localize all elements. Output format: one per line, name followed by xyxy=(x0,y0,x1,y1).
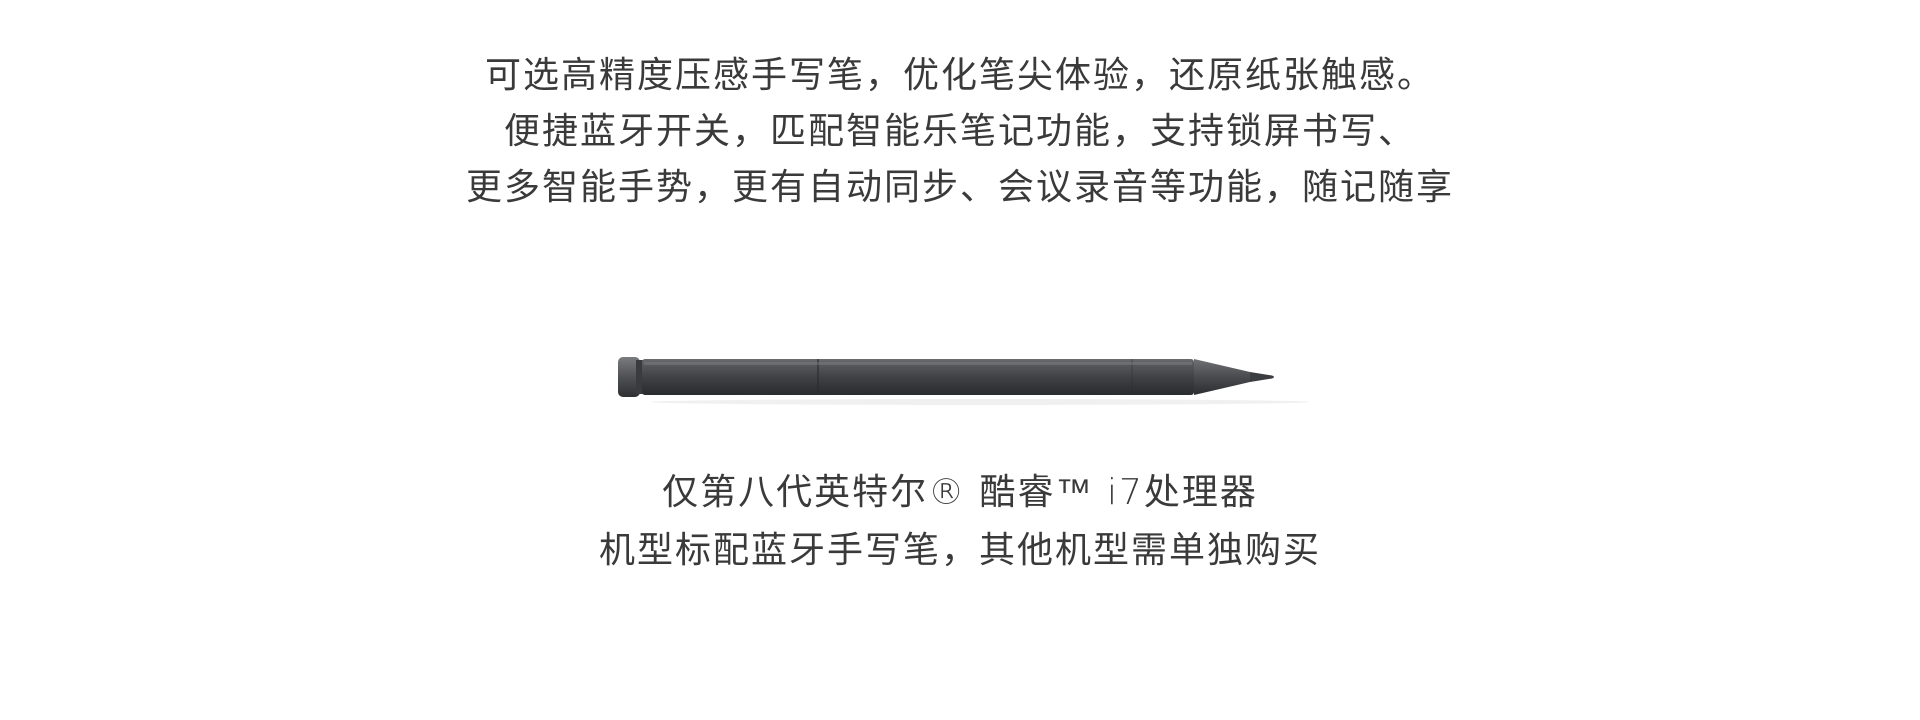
intro-line-3: 更多智能手势，更有自动同步、会议录音等功能，随记随享 xyxy=(465,167,1454,208)
stylus-pen-icon xyxy=(618,357,1310,405)
stylus-pen-image xyxy=(610,348,1350,408)
caption-line-2: 机型标配蓝牙手写笔，其他机型需单独购买 xyxy=(598,530,1321,571)
caption-text: 仅第八代英特尔® 酷睿™ i7处理器 机型标配蓝牙手写笔，其他机型需单独购买 xyxy=(0,464,1920,580)
intro-text: 可选高精度压感手写笔，优化笔尖体验，还原纸张触感。 便捷蓝牙开关，匹配智能乐笔记… xyxy=(0,48,1920,216)
intro-line-1: 可选高精度压感手写笔，优化笔尖体验，还原纸张触感。 xyxy=(484,55,1435,96)
caption-line-1: 仅第八代英特尔® 酷睿™ i7处理器 xyxy=(662,472,1258,513)
intro-line-2: 便捷蓝牙开关，匹配智能乐笔记功能，支持锁屏书写、 xyxy=(503,111,1416,152)
